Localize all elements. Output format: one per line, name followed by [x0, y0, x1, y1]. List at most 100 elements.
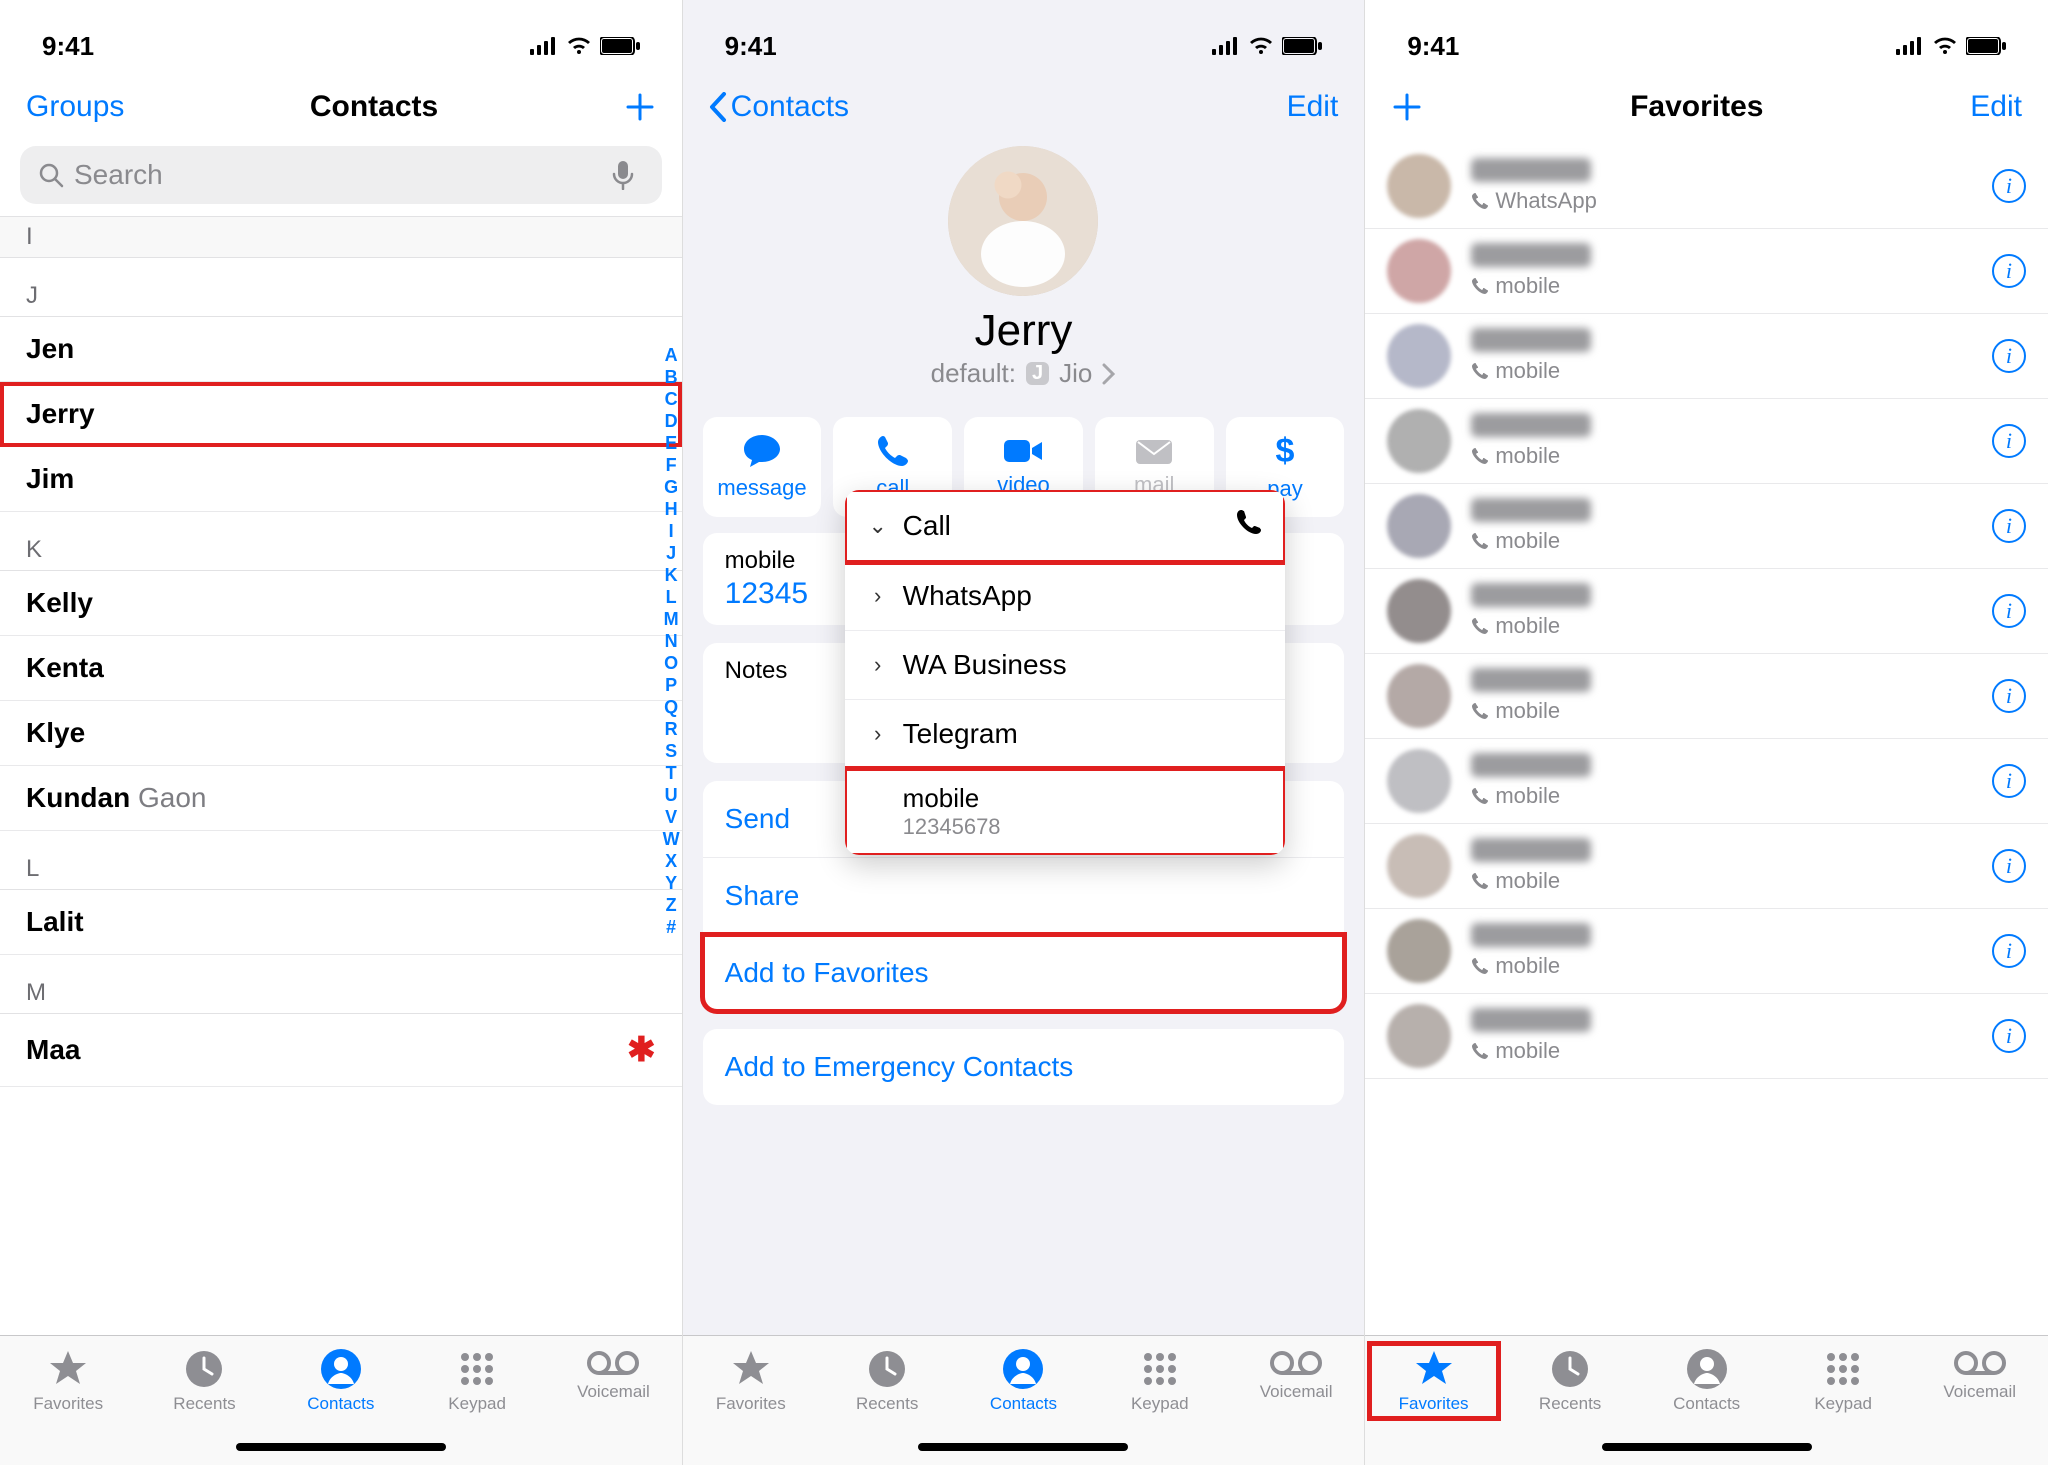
index-letter[interactable]: K — [665, 564, 678, 586]
favorite-row[interactable]: WhatsApp i — [1365, 144, 2048, 229]
tab-contacts[interactable]: Contacts — [963, 1348, 1083, 1414]
search-placeholder: Search — [74, 159, 163, 191]
tab-recents[interactable]: Recents — [1510, 1348, 1630, 1414]
mic-icon[interactable] — [612, 160, 634, 190]
search-input[interactable]: Search — [20, 146, 662, 204]
favorite-row[interactable]: mobile i — [1365, 739, 2048, 824]
index-letter[interactable]: P — [665, 674, 677, 696]
contact-avatar[interactable] — [948, 146, 1098, 296]
index-letter[interactable]: # — [666, 916, 676, 938]
favorite-row[interactable]: mobile i — [1365, 569, 2048, 654]
favorite-row[interactable]: mobile i — [1365, 909, 2048, 994]
index-letter[interactable]: X — [665, 850, 677, 872]
index-letter[interactable]: D — [665, 410, 678, 432]
message-button[interactable]: message — [703, 417, 822, 517]
index-letter[interactable]: M — [664, 608, 679, 630]
contact-row[interactable]: Kelly — [0, 571, 682, 636]
add-to-emergency-row[interactable]: Add to Emergency Contacts — [703, 1029, 1345, 1105]
tab-keypad[interactable]: Keypad — [417, 1348, 537, 1414]
index-letter[interactable]: N — [665, 630, 678, 652]
back-button[interactable]: Contacts — [709, 90, 849, 124]
tab-voicemail[interactable]: Voicemail — [553, 1348, 673, 1402]
index-letter[interactable]: C — [665, 388, 678, 410]
edit-button[interactable]: Edit — [1970, 90, 2022, 124]
info-button[interactable]: i — [1992, 254, 2026, 288]
index-letter[interactable]: J — [666, 542, 676, 564]
tab-contacts[interactable]: Contacts — [281, 1348, 401, 1414]
tab-favorites[interactable]: Favorites — [8, 1348, 128, 1414]
contact-row[interactable]: Jim — [0, 447, 682, 512]
index-letter[interactable]: F — [666, 454, 677, 476]
index-letter[interactable]: W — [663, 828, 680, 850]
tab-contacts[interactable]: Contacts — [1647, 1348, 1767, 1414]
share-contact-row[interactable]: Share — [703, 858, 1345, 935]
index-letter[interactable]: E — [665, 432, 677, 454]
home-indicator[interactable] — [236, 1443, 446, 1451]
index-letter[interactable]: Z — [666, 894, 677, 916]
contact-row[interactable]: Lalit — [0, 890, 682, 955]
favorite-row[interactable]: mobile i — [1365, 399, 2048, 484]
info-button[interactable]: i — [1992, 169, 2026, 203]
contact-row[interactable]: Kundan Gaon — [0, 766, 682, 831]
info-button[interactable]: i — [1992, 934, 2026, 968]
index-letter[interactable]: Y — [665, 872, 677, 894]
index-letter[interactable]: O — [664, 652, 678, 674]
home-indicator[interactable] — [1602, 1443, 1812, 1451]
tab-voicemail[interactable]: Voicemail — [1920, 1348, 2040, 1402]
favorites-list[interactable]: WhatsApp i mobile i mobile i — [1365, 140, 2048, 1335]
popup-call-row[interactable]: ⌄ Call — [845, 490, 1285, 562]
edit-button[interactable]: Edit — [1287, 90, 1339, 124]
info-button[interactable]: i — [1992, 679, 2026, 713]
popup-wabusiness-row[interactable]: › WA Business — [845, 631, 1285, 700]
index-letter[interactable]: T — [666, 762, 677, 784]
favorite-name-blur — [1471, 668, 1591, 692]
tab-recents[interactable]: Recents — [144, 1348, 264, 1414]
favorite-row[interactable]: mobile i — [1365, 654, 2048, 739]
contact-row[interactable]: Jen — [0, 317, 682, 382]
add-to-favorites-row[interactable]: Add to Favorites — [703, 935, 1345, 1011]
add-contact-button[interactable] — [624, 91, 656, 123]
index-letter[interactable]: L — [666, 586, 677, 608]
info-button[interactable]: i — [1992, 509, 2026, 543]
index-letter[interactable]: U — [665, 784, 678, 806]
index-letter[interactable]: V — [665, 806, 677, 828]
favorite-row[interactable]: mobile i — [1365, 314, 2048, 399]
index-letter[interactable]: I — [669, 520, 674, 542]
home-indicator[interactable] — [918, 1443, 1128, 1451]
info-button[interactable]: i — [1992, 339, 2026, 373]
index-letter[interactable]: G — [664, 476, 678, 498]
info-button[interactable]: i — [1992, 594, 2026, 628]
popup-whatsapp-row[interactable]: › WhatsApp — [845, 562, 1285, 631]
tab-recents[interactable]: Recents — [827, 1348, 947, 1414]
favorite-row[interactable]: mobile i — [1365, 994, 2048, 1079]
contact-row[interactable]: Klye — [0, 701, 682, 766]
popup-mobile-row[interactable]: mobile 12345678 — [845, 769, 1285, 855]
index-letter[interactable]: A — [665, 344, 678, 366]
contact-row[interactable]: Maa ✱ — [0, 1014, 682, 1087]
index-letter[interactable]: S — [665, 740, 677, 762]
tab-favorites[interactable]: Favorites — [1374, 1348, 1494, 1414]
info-button[interactable]: i — [1992, 849, 2026, 883]
default-sim-row[interactable]: default: J Jio — [931, 358, 1117, 389]
alpha-index[interactable]: ABCDEFGHIJKLMNOPQRSTUVWXYZ# — [663, 344, 680, 938]
contact-row-jerry[interactable]: Jerry — [0, 382, 682, 447]
index-letter[interactable]: H — [665, 498, 678, 520]
favorite-row[interactable]: mobile i — [1365, 484, 2048, 569]
tab-voicemail[interactable]: Voicemail — [1236, 1348, 1356, 1402]
index-letter[interactable]: B — [665, 366, 678, 388]
info-button[interactable]: i — [1992, 764, 2026, 798]
favorite-row[interactable]: mobile i — [1365, 824, 2048, 909]
add-favorite-button[interactable] — [1391, 91, 1423, 123]
groups-button[interactable]: Groups — [26, 90, 124, 124]
contacts-list[interactable]: I J Jen Jerry Jim K Kelly Kenta Klye Kun… — [0, 216, 682, 1335]
tab-favorites[interactable]: Favorites — [691, 1348, 811, 1414]
info-button[interactable]: i — [1992, 424, 2026, 458]
info-button[interactable]: i — [1992, 1019, 2026, 1053]
contact-row[interactable]: Kenta — [0, 636, 682, 701]
index-letter[interactable]: Q — [664, 696, 678, 718]
tab-keypad[interactable]: Keypad — [1100, 1348, 1220, 1414]
favorite-row[interactable]: mobile i — [1365, 229, 2048, 314]
tab-keypad[interactable]: Keypad — [1783, 1348, 1903, 1414]
popup-telegram-row[interactable]: › Telegram — [845, 700, 1285, 769]
index-letter[interactable]: R — [665, 718, 678, 740]
